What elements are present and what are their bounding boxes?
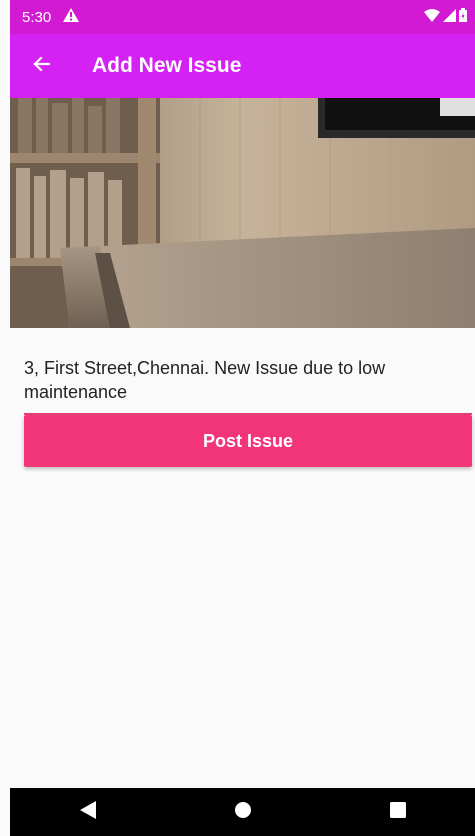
nav-recents-button[interactable] <box>368 788 428 836</box>
nav-back-button[interactable] <box>58 788 118 836</box>
status-time: 5:30 <box>22 8 52 26</box>
status-left: 5:30 <box>22 8 80 26</box>
status-bar: 5:30 <box>10 0 475 34</box>
back-button[interactable] <box>10 34 72 98</box>
arrow-left-icon <box>32 55 51 77</box>
triangle-back-icon <box>79 800 96 824</box>
warning-icon <box>63 8 80 26</box>
circle-home-icon <box>234 801 252 824</box>
square-recents-icon <box>389 801 406 823</box>
system-nav-bar <box>10 788 475 836</box>
issue-text-field[interactable]: 3, First Street,Chennai. New Issue due t… <box>24 356 464 404</box>
app-bar: Add New Issue <box>10 34 475 98</box>
left-gutter <box>0 0 10 836</box>
battery-icon <box>459 8 467 26</box>
room-photo-illustration <box>10 98 475 328</box>
page-title: Add New Issue <box>92 54 242 77</box>
wifi-icon <box>424 8 440 26</box>
post-issue-button[interactable]: Post Issue <box>24 415 472 467</box>
status-right <box>424 8 467 26</box>
signal-icon <box>443 8 456 26</box>
nav-home-button[interactable] <box>213 788 273 836</box>
issue-photo <box>10 98 475 328</box>
